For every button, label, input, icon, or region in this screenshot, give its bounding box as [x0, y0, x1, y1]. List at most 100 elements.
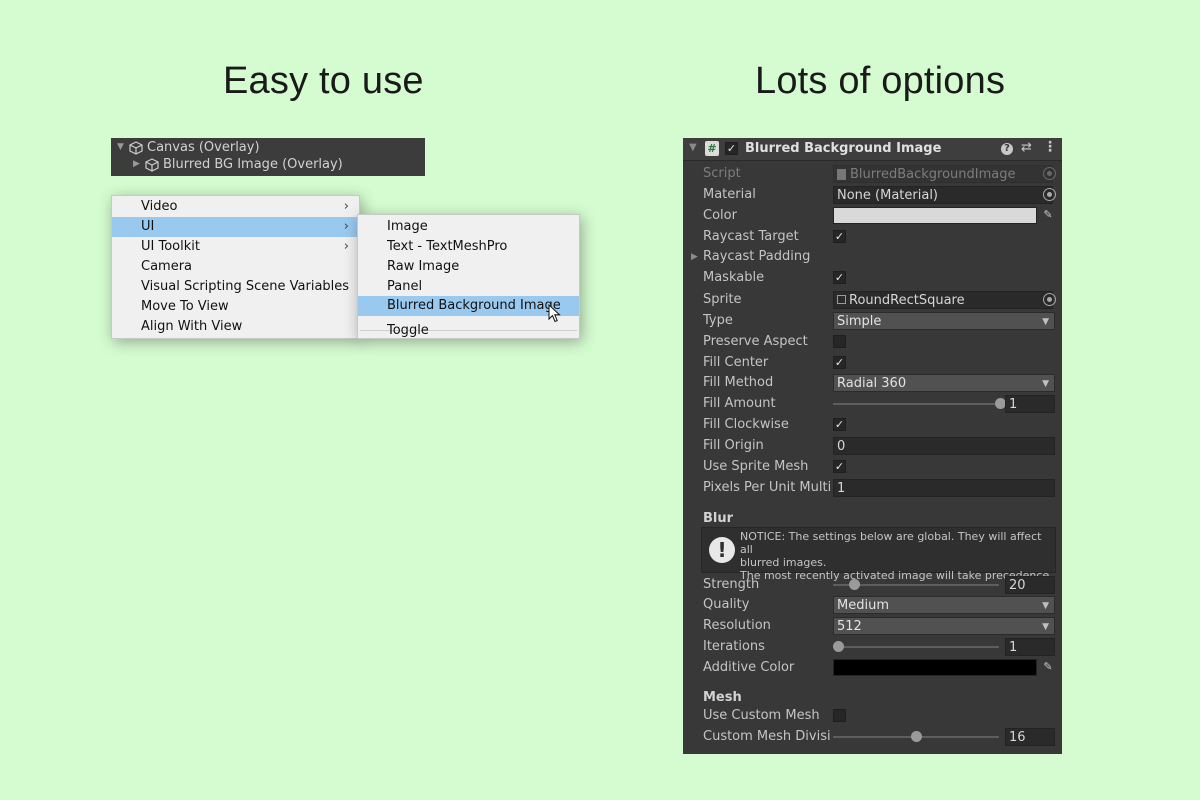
raycast-target-label: Raycast Target [703, 229, 799, 244]
object-picker-icon[interactable] [1043, 293, 1056, 306]
menu-item-align-with-view[interactable]: Align With View [112, 317, 358, 337]
preset-settings-icon[interactable]: ⇄ [1021, 140, 1032, 155]
submenu-item-toggle[interactable]: Toggle [358, 322, 579, 340]
use-custom-mesh-label: Use Custom Mesh [703, 708, 820, 723]
hierarchy-item-label: Canvas (Overlay) [147, 140, 260, 155]
menu-item-ui[interactable]: UI › [112, 217, 358, 237]
row-raycast-padding[interactable]: ▶ Raycast Padding [683, 247, 1062, 267]
fill-origin-value: 0 [837, 439, 846, 454]
expand-down-icon[interactable]: ▼ [117, 139, 129, 156]
menu-item-video[interactable]: Video › [112, 197, 358, 217]
expand-right-icon[interactable]: ▶ [691, 247, 698, 267]
submenu-item-raw-image[interactable]: Raw Image [358, 257, 579, 277]
hierarchy-item-canvas[interactable]: ▼ Canvas (Overlay) [117, 139, 260, 156]
color-swatch[interactable] [833, 207, 1037, 224]
menu-item-visual-scripting[interactable]: Visual Scripting Scene Variables [112, 277, 358, 297]
fill-method-value: Radial 360 [837, 376, 907, 391]
additive-color-swatch[interactable] [833, 659, 1037, 676]
row-fill-clockwise: Fill Clockwise ✓ [683, 415, 1062, 435]
inspector-panel: ▼ # ✓ Blurred Background Image ? ⇄ ⋮ Scr… [683, 138, 1062, 754]
fill-amount-input[interactable]: 1 [1005, 395, 1055, 413]
fill-center-checkbox[interactable]: ✓ [833, 356, 846, 369]
fill-origin-field[interactable]: 0 [833, 437, 1055, 455]
dropdown-arrow-icon: ▼ [1042, 622, 1049, 632]
custom-mesh-divisions-label: Custom Mesh Divisio [703, 729, 831, 744]
submenu-item-panel[interactable]: Panel [358, 277, 579, 297]
notice-line: blurred images. [740, 556, 827, 569]
eyedropper-icon[interactable]: ✎ [1041, 208, 1055, 222]
fill-amount-slider-track[interactable] [833, 403, 999, 405]
menu-item-camera[interactable]: Camera [112, 257, 358, 277]
menu-item-label: Video [141, 199, 178, 214]
iterations-slider-knob[interactable] [833, 641, 844, 652]
expand-right-icon[interactable]: ▶ [133, 156, 145, 173]
row-quality: Quality Medium ▼ [683, 595, 1062, 615]
notice-line: NOTICE: The settings below are global. T… [740, 530, 1042, 556]
script-value: BlurredBackgroundImage [850, 167, 1016, 182]
type-value: Simple [837, 314, 882, 329]
pixels-per-unit-field[interactable]: 1 [833, 479, 1055, 497]
row-sprite: Sprite RoundRectSquare [683, 290, 1062, 310]
collapse-down-icon[interactable]: ▼ [689, 142, 697, 153]
menu-item-move-to-view[interactable]: Move To View [112, 297, 358, 317]
warning-exclamation-icon: ! [709, 537, 735, 563]
iterations-value: 1 [1009, 640, 1018, 655]
heading-easy-to-use: Easy to use [223, 60, 424, 102]
csharp-script-icon: # [705, 141, 719, 156]
use-custom-mesh-checkbox[interactable] [833, 709, 846, 722]
object-picker-icon[interactable] [1043, 188, 1056, 201]
custom-mesh-divisions-slider-knob[interactable] [910, 731, 922, 742]
resolution-label: Resolution [703, 618, 771, 633]
custom-mesh-divisions-input[interactable]: 16 [1005, 728, 1055, 746]
eyedropper-icon[interactable]: ✎ [1041, 660, 1055, 674]
raycast-target-checkbox[interactable]: ✓ [833, 230, 846, 243]
fill-method-label: Fill Method [703, 375, 774, 390]
fill-method-dropdown[interactable]: Radial 360 ▼ [833, 374, 1055, 392]
ui-submenu: Image Text - TextMeshPro Raw Image Panel… [357, 214, 580, 339]
maskable-checkbox[interactable]: ✓ [833, 271, 846, 284]
resolution-dropdown[interactable]: 512 ▼ [833, 617, 1055, 635]
more-options-icon[interactable]: ⋮ [1043, 139, 1057, 155]
sprite-field[interactable]: RoundRectSquare [833, 291, 1053, 309]
sprite-value: RoundRectSquare [849, 293, 965, 308]
type-dropdown[interactable]: Simple ▼ [833, 312, 1055, 330]
row-iterations: Iterations 1 [683, 637, 1062, 657]
strength-value: 20 [1009, 578, 1026, 593]
component-header[interactable]: ▼ # ✓ Blurred Background Image ? ⇄ ⋮ [683, 138, 1062, 161]
strength-slider-knob[interactable] [849, 579, 861, 590]
row-custom-mesh-divisions: Custom Mesh Divisio 16 [683, 727, 1062, 747]
fill-origin-label: Fill Origin [703, 438, 764, 453]
strength-label: Strength [703, 577, 760, 592]
chevron-right-icon: › [343, 239, 349, 254]
preserve-aspect-checkbox[interactable] [833, 335, 846, 348]
iterations-input[interactable]: 1 [1005, 638, 1055, 656]
help-icon[interactable]: ? [1001, 143, 1013, 155]
row-additive-color: Additive Color ✎ [683, 658, 1062, 678]
submenu-item-text-textmeshpro[interactable]: Text - TextMeshPro [358, 237, 579, 257]
material-field[interactable]: None (Material) [833, 186, 1053, 204]
raycast-padding-label: Raycast Padding [703, 249, 811, 264]
row-color: Color ✎ [683, 206, 1062, 226]
menu-item-label: Move To View [141, 299, 229, 314]
row-maskable: Maskable ✓ [683, 268, 1062, 288]
submenu-item-image[interactable]: Image [358, 217, 579, 237]
component-enabled-checkbox[interactable]: ✓ [725, 142, 738, 155]
iterations-slider-track[interactable] [833, 646, 999, 648]
context-menu: Video › UI › UI Toolkit › Camera Visual … [111, 195, 360, 339]
component-title: Blurred Background Image [745, 141, 942, 156]
use-sprite-mesh-checkbox[interactable]: ✓ [833, 460, 846, 473]
pixels-per-unit-label: Pixels Per Unit Multip [703, 480, 831, 495]
fill-clockwise-checkbox[interactable]: ✓ [833, 418, 846, 431]
submenu-item-blurred-background-image[interactable]: Blurred Background Image [358, 296, 579, 316]
quality-dropdown[interactable]: Medium ▼ [833, 596, 1055, 614]
menu-item-label: Visual Scripting Scene Variables [141, 279, 350, 294]
use-sprite-mesh-label: Use Sprite Mesh [703, 459, 809, 474]
mouse-pointer-icon [548, 304, 561, 323]
mesh-section-header: Mesh [703, 690, 742, 705]
strength-input[interactable]: 20 [1005, 576, 1055, 594]
fill-clockwise-label: Fill Clockwise [703, 417, 789, 432]
row-pixels-per-unit: Pixels Per Unit Multip 1 [683, 478, 1062, 498]
additive-color-label: Additive Color [703, 660, 795, 675]
menu-item-ui-toolkit[interactable]: UI Toolkit › [112, 237, 358, 257]
hierarchy-item-blurred-bg[interactable]: ▶ Blurred BG Image (Overlay) [133, 156, 343, 173]
